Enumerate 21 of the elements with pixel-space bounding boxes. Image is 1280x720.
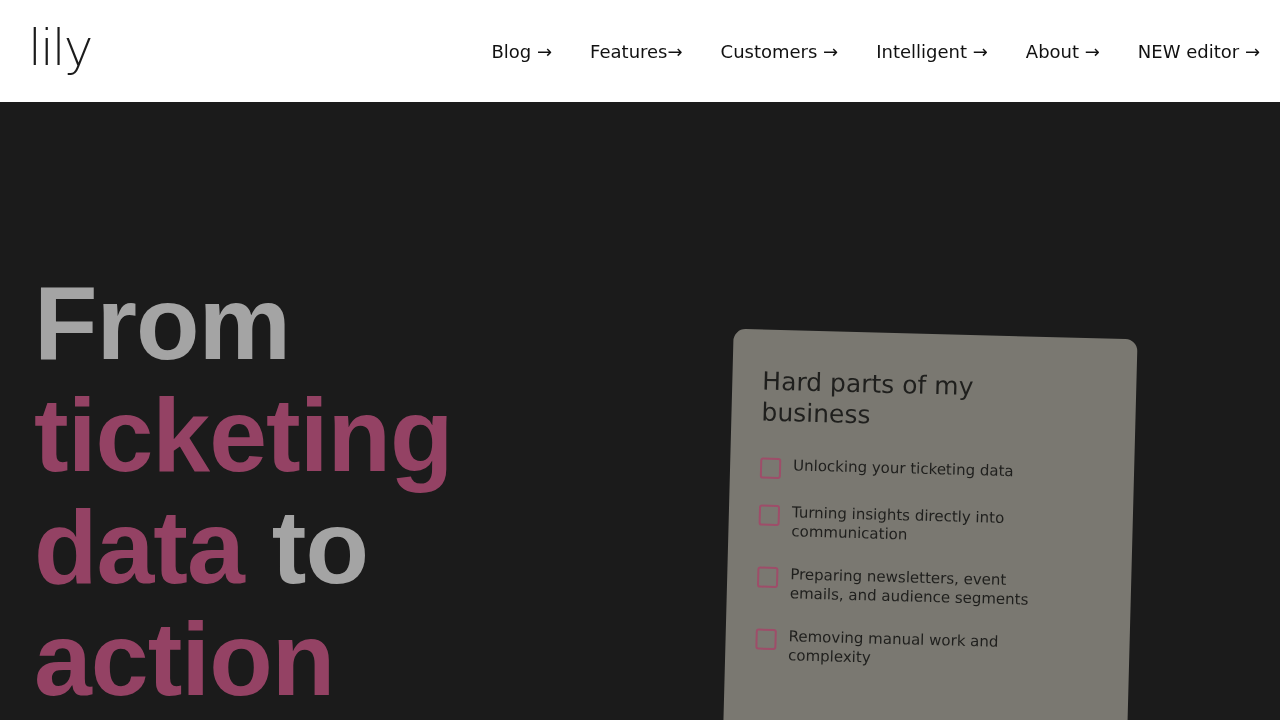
nav-link[interactable]: Blog → xyxy=(491,40,553,62)
card-title: Hard parts of my business xyxy=(761,365,975,432)
checklist-item: Preparing newsletters, event emails, and audience segments xyxy=(789,565,1030,611)
headline-word: data xyxy=(34,491,244,603)
checklist-item: Turning insights directly into communication xyxy=(791,503,1006,546)
headline-word: From xyxy=(34,267,290,379)
checklist-item: Unlocking your ticketing data xyxy=(792,456,1015,483)
checkbox[interactable] xyxy=(759,457,782,480)
checkbox[interactable] xyxy=(756,566,779,589)
nav-link[interactable]: Features→ xyxy=(590,40,683,62)
checkbox[interactable] xyxy=(758,504,781,527)
nav-link[interactable]: About → xyxy=(1025,40,1100,62)
nav-link[interactable]: NEW editor → xyxy=(1137,40,1260,62)
headline-word: action xyxy=(34,603,335,715)
checklist-item: Removing manual work and complexity xyxy=(787,627,1000,669)
logo[interactable]: lily xyxy=(28,19,92,77)
headline-word: to xyxy=(271,491,368,603)
checkbox[interactable] xyxy=(755,628,777,650)
nav-link[interactable]: Intelligent → xyxy=(876,40,988,62)
nav-link[interactable]: Customers → xyxy=(720,40,839,62)
headline-word: ticketing xyxy=(34,379,453,491)
